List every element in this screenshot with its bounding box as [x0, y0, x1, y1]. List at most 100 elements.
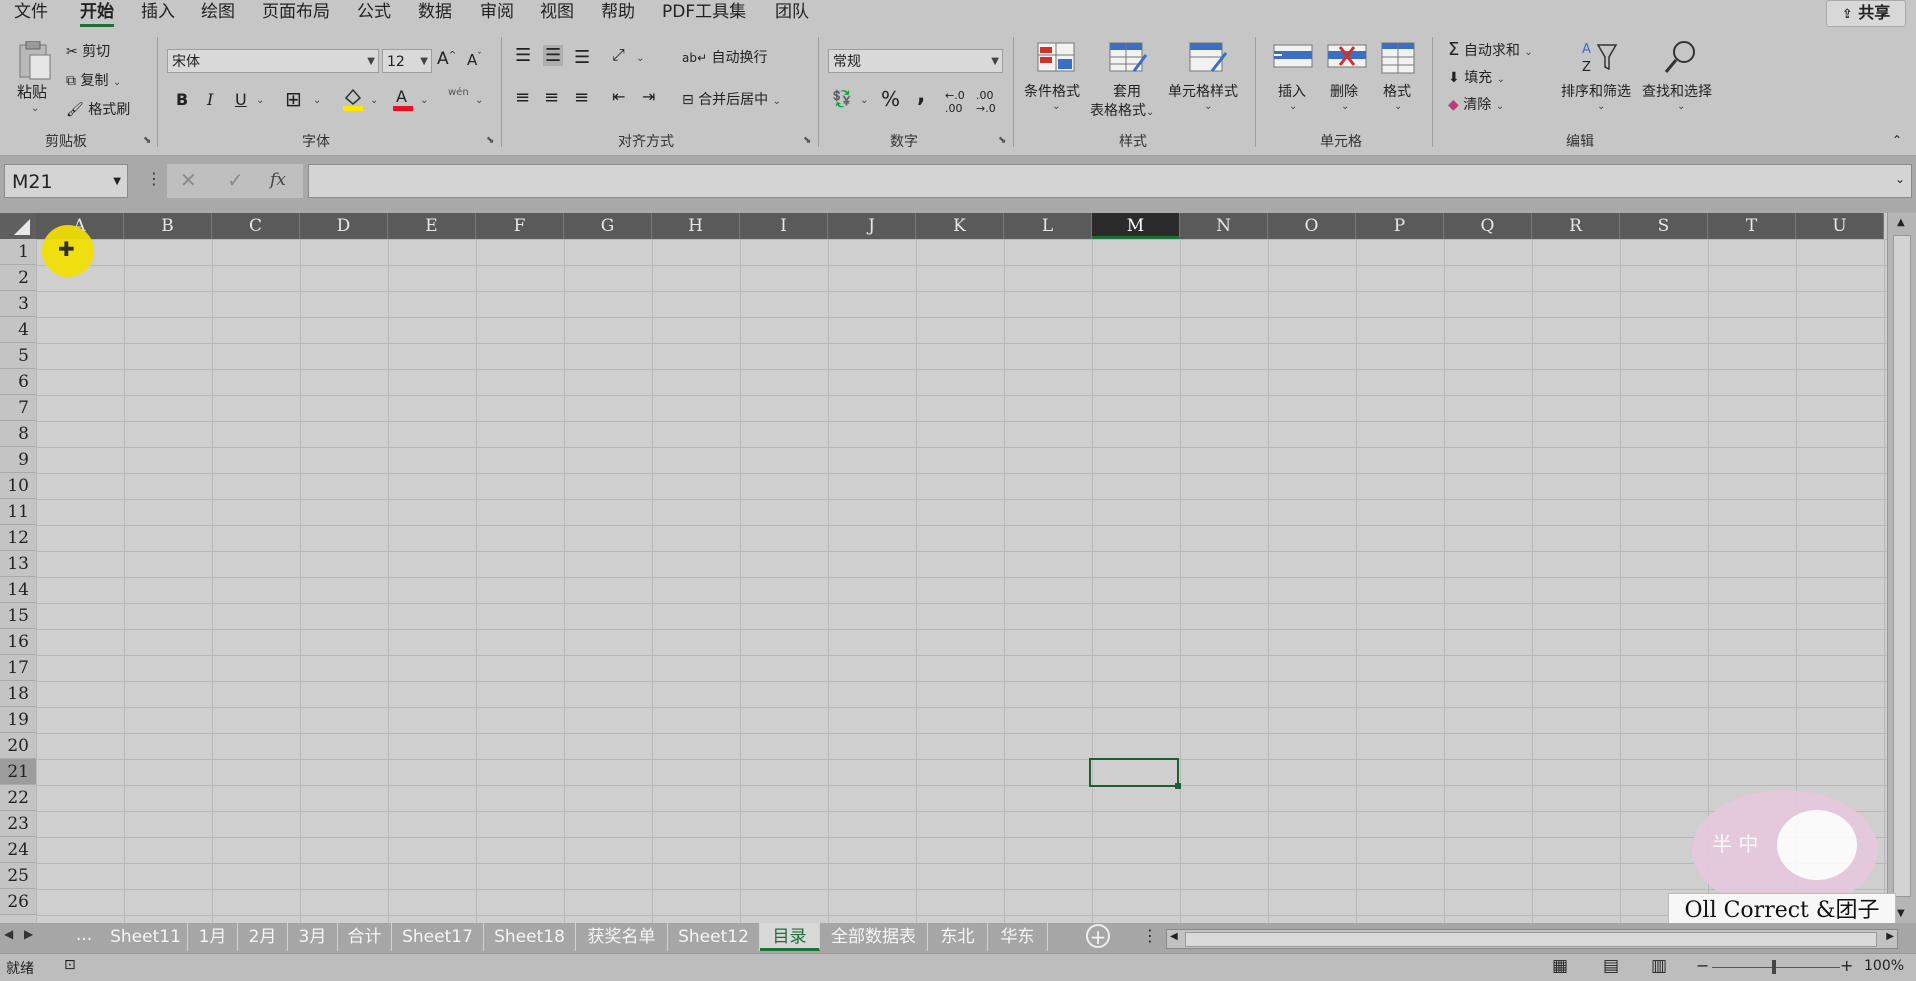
sheet-tab[interactable]: Sheet12	[668, 923, 760, 951]
row-header[interactable]: 22	[0, 785, 36, 811]
row-header[interactable]: 8	[0, 421, 36, 447]
cell-styles-dropdown-icon[interactable]: ⌄	[1204, 101, 1212, 112]
sheet-tab[interactable]: Sheet18	[484, 923, 576, 951]
active-cell[interactable]	[1089, 758, 1181, 789]
column-header[interactable]: N	[1180, 213, 1268, 239]
row-header[interactable]: 3	[0, 291, 36, 317]
align-top-icon[interactable]: ☰	[515, 45, 531, 66]
paste-dropdown[interactable]: ⌄	[31, 103, 39, 114]
insert-function-button[interactable]: fx	[270, 170, 286, 190]
vertical-scroll-thumb[interactable]	[1893, 235, 1911, 897]
copy-button[interactable]: ⧉ 复制 ⌄	[66, 70, 121, 90]
find-select-button[interactable]: 查找和选择	[1642, 81, 1712, 101]
font-color-dropdown-icon[interactable]: ⌄	[420, 95, 428, 106]
fill-color-icon[interactable]	[342, 86, 364, 116]
select-all-button[interactable]	[0, 213, 36, 239]
name-box[interactable]: M21 ▼	[4, 164, 128, 198]
sheet-tab[interactable]: 获奖名单	[576, 923, 668, 951]
menu-view[interactable]: 视图	[540, 0, 574, 29]
sheet-tab[interactable]: 合计	[338, 923, 392, 951]
sheet-tab[interactable]: 目录	[760, 923, 820, 951]
cancel-icon[interactable]: ✕	[180, 168, 197, 192]
sheet-tab[interactable]: 华东	[988, 923, 1048, 951]
row-header[interactable]: 11	[0, 499, 36, 525]
column-header[interactable]: F	[476, 213, 564, 239]
column-header[interactable]: P	[1356, 213, 1444, 239]
column-header[interactable]: B	[124, 213, 212, 239]
menu-review[interactable]: 审阅	[480, 0, 514, 29]
menu-draw[interactable]: 绘图	[201, 0, 235, 29]
insert-dropdown-icon[interactable]: ⌄	[1289, 101, 1297, 112]
delete-dropdown-icon[interactable]: ⌄	[1341, 101, 1349, 112]
cell-area[interactable]	[36, 239, 1888, 923]
increase-font-icon[interactable]: A^	[437, 49, 456, 69]
sort-filter-dropdown-icon[interactable]: ⌄	[1597, 101, 1605, 112]
increase-decimal-icon[interactable]: ←.0.00	[945, 89, 965, 115]
column-header[interactable]: O	[1268, 213, 1356, 239]
menu-formulas[interactable]: 公式	[357, 0, 391, 29]
column-header[interactable]: C	[212, 213, 300, 239]
fill-button[interactable]: ⬇ 填充 ⌄	[1448, 67, 1505, 87]
more-options-icon[interactable]: ⋮	[146, 169, 162, 188]
format-painter-button[interactable]: 🖌 格式刷	[66, 99, 130, 119]
horizontal-scrollbar[interactable]: ◀ ▶	[1166, 929, 1898, 949]
zoom-slider[interactable]	[1712, 967, 1840, 968]
align-left-icon[interactable]: ≡	[515, 87, 530, 108]
cell-styles-icon[interactable]	[1188, 41, 1228, 79]
phonetic-guide-icon[interactable]: wén	[448, 87, 469, 98]
font-size-select[interactable]: 12 ▼	[382, 49, 432, 73]
decrease-indent-icon[interactable]: ⇤	[612, 87, 625, 106]
delete-cells-icon[interactable]	[1326, 41, 1368, 77]
increase-indent-icon[interactable]: ⇥	[642, 87, 655, 106]
vertical-scrollbar[interactable]: ▲ ▼	[1887, 213, 1916, 923]
format-cells-icon[interactable]	[1378, 41, 1418, 79]
clipboard-launcher-icon[interactable]: ⬊	[143, 135, 151, 146]
column-header[interactable]: S	[1620, 213, 1708, 239]
align-bottom-icon[interactable]: ☰	[574, 47, 590, 68]
menu-help[interactable]: 帮助	[601, 0, 635, 29]
decrease-decimal-icon[interactable]: .00 →.0	[976, 89, 996, 115]
sheet-tab[interactable]: Sheet11	[104, 923, 188, 951]
currency-icon[interactable]: 💱	[832, 89, 852, 108]
row-header[interactable]: 16	[0, 629, 36, 655]
border-icon[interactable]: ⊞	[285, 87, 302, 111]
bold-button[interactable]: B	[176, 90, 188, 109]
row-header[interactable]: 9	[0, 447, 36, 473]
collapse-ribbon-icon[interactable]: ⌃	[1892, 133, 1902, 147]
row-header[interactable]: 5	[0, 343, 36, 369]
table-format-button[interactable]: 表格格式⌄	[1090, 100, 1154, 120]
share-button[interactable]: ⇪ 共享	[1826, 0, 1906, 27]
conditional-format-icon[interactable]	[1036, 41, 1076, 79]
enter-icon[interactable]: ✓	[227, 168, 244, 192]
row-header[interactable]: 20	[0, 733, 36, 759]
fill-dropdown-icon[interactable]: ⌄	[1497, 74, 1505, 85]
align-center-icon[interactable]: ≡	[544, 87, 559, 108]
cell-styles-button[interactable]: 单元格样式	[1168, 81, 1238, 101]
tab-options-icon[interactable]: ⋮	[1142, 926, 1158, 945]
sheet-tab[interactable]: 2月	[238, 923, 288, 951]
paste-button[interactable]: 粘贴	[17, 81, 47, 102]
align-right-icon[interactable]: ≡	[574, 87, 589, 108]
column-header[interactable]: I	[740, 213, 828, 239]
insert-button[interactable]: 插入	[1278, 81, 1306, 101]
formula-input[interactable]: ⌄	[308, 164, 1912, 198]
horizontal-scroll-thumb[interactable]	[1185, 932, 1877, 947]
row-header[interactable]: 12	[0, 525, 36, 551]
comma-style-button[interactable]: ,	[917, 83, 925, 108]
scroll-up-icon[interactable]: ▲	[1897, 217, 1905, 228]
macro-record-icon[interactable]: ⊡	[64, 957, 76, 973]
column-header[interactable]: T	[1708, 213, 1796, 239]
font-color-icon[interactable]: A	[392, 86, 414, 116]
column-header[interactable]: J	[828, 213, 916, 239]
row-header[interactable]: 2	[0, 265, 36, 291]
menu-home[interactable]: 开始	[80, 0, 114, 29]
row-header[interactable]: 14	[0, 577, 36, 603]
scroll-down-icon[interactable]: ▼	[1897, 908, 1905, 919]
insert-cells-icon[interactable]	[1272, 41, 1314, 77]
conditional-format-button[interactable]: 条件格式	[1024, 81, 1080, 101]
row-header[interactable]: 1	[0, 239, 36, 265]
find-select-dropdown-icon[interactable]: ⌄	[1677, 101, 1685, 112]
column-header[interactable]: Q	[1444, 213, 1532, 239]
page-layout-view-icon[interactable]: ▤	[1603, 956, 1619, 976]
underline-dropdown-icon[interactable]: ⌄	[256, 95, 264, 106]
